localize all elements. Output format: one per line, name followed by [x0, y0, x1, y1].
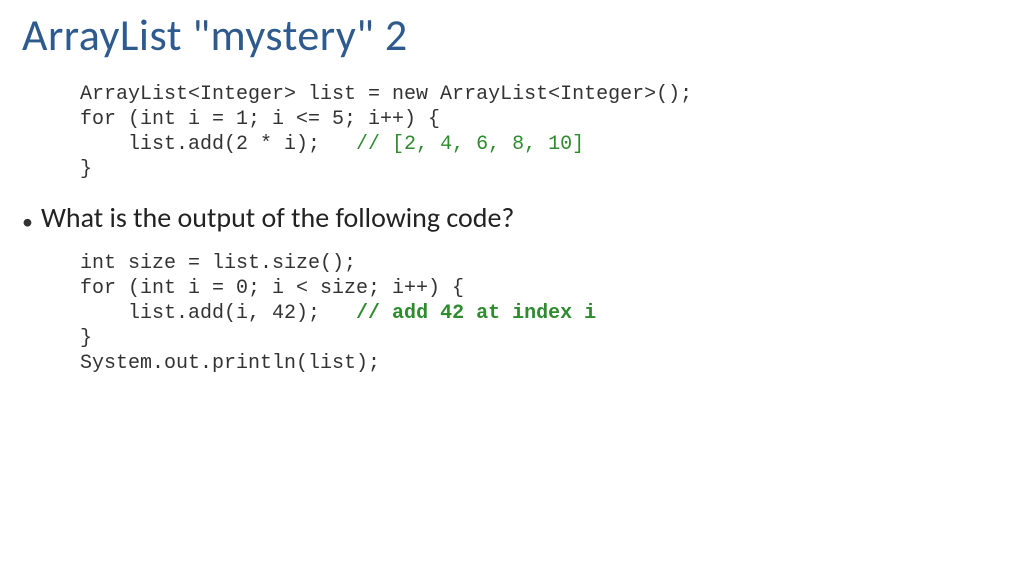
code-line: ArrayList<Integer> list = new ArrayList<… — [80, 83, 692, 106]
code-line: list.add(i, 42); — [80, 302, 320, 325]
slide-title: ArrayList "mystery" 2 — [0, 0, 1024, 74]
code-line: } — [80, 158, 92, 181]
code-line: System.out.println(list); — [80, 352, 380, 375]
bullet-text: What is the output of the following code… — [41, 200, 514, 235]
code-line: } — [80, 327, 92, 350]
code-block-setup: ArrayList<Integer> list = new ArrayList<… — [80, 82, 1024, 182]
code-line: for (int i = 0; i < size; i++) { — [80, 277, 464, 300]
code-comment: // add 42 at index i — [320, 302, 596, 325]
code-line: list.add(2 * i); — [80, 133, 320, 156]
code-block-question: int size = list.size(); for (int i = 0; … — [80, 251, 1024, 376]
code-line: for (int i = 1; i <= 5; i++) { — [80, 108, 440, 131]
code-comment: // [2, 4, 6, 8, 10] — [320, 133, 584, 156]
slide: ArrayList "mystery" 2 ArrayList<Integer>… — [0, 0, 1024, 576]
bullet-item: • What is the output of the following co… — [22, 200, 1024, 235]
bullet-dot-icon: • — [22, 211, 33, 233]
code-line: int size = list.size(); — [80, 252, 356, 275]
